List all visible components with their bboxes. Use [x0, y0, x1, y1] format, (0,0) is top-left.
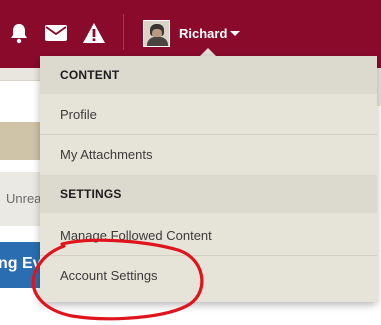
menu-item-profile[interactable]: Profile [40, 94, 377, 134]
page-action-button-label: ng Ev [0, 255, 40, 272]
alert-icon[interactable] [81, 20, 107, 46]
chevron-down-icon [230, 30, 241, 36]
page-action-button[interactable]: ng Ev [0, 242, 40, 288]
unread-tab[interactable]: Unrea [6, 191, 41, 206]
section-header-content: CONTENT [40, 56, 377, 94]
user-dropdown-menu: CONTENT Profile My Attachments SETTINGS … [40, 56, 377, 302]
bell-icon[interactable] [6, 20, 32, 46]
avatar [143, 19, 170, 47]
page-search-input[interactable] [0, 80, 40, 107]
user-menu-toggle[interactable]: Richard [143, 19, 241, 47]
menu-item-account-settings[interactable]: Account Settings [40, 255, 377, 295]
mail-icon[interactable] [43, 20, 69, 46]
menu-item-manage-followed-content[interactable]: Manage Followed Content [40, 215, 377, 255]
page-filter-bar [0, 122, 40, 160]
menu-item-my-attachments[interactable]: My Attachments [40, 134, 377, 174]
header-divider [123, 14, 124, 50]
user-name: Richard [179, 25, 228, 41]
section-header-settings: SETTINGS [40, 175, 377, 213]
